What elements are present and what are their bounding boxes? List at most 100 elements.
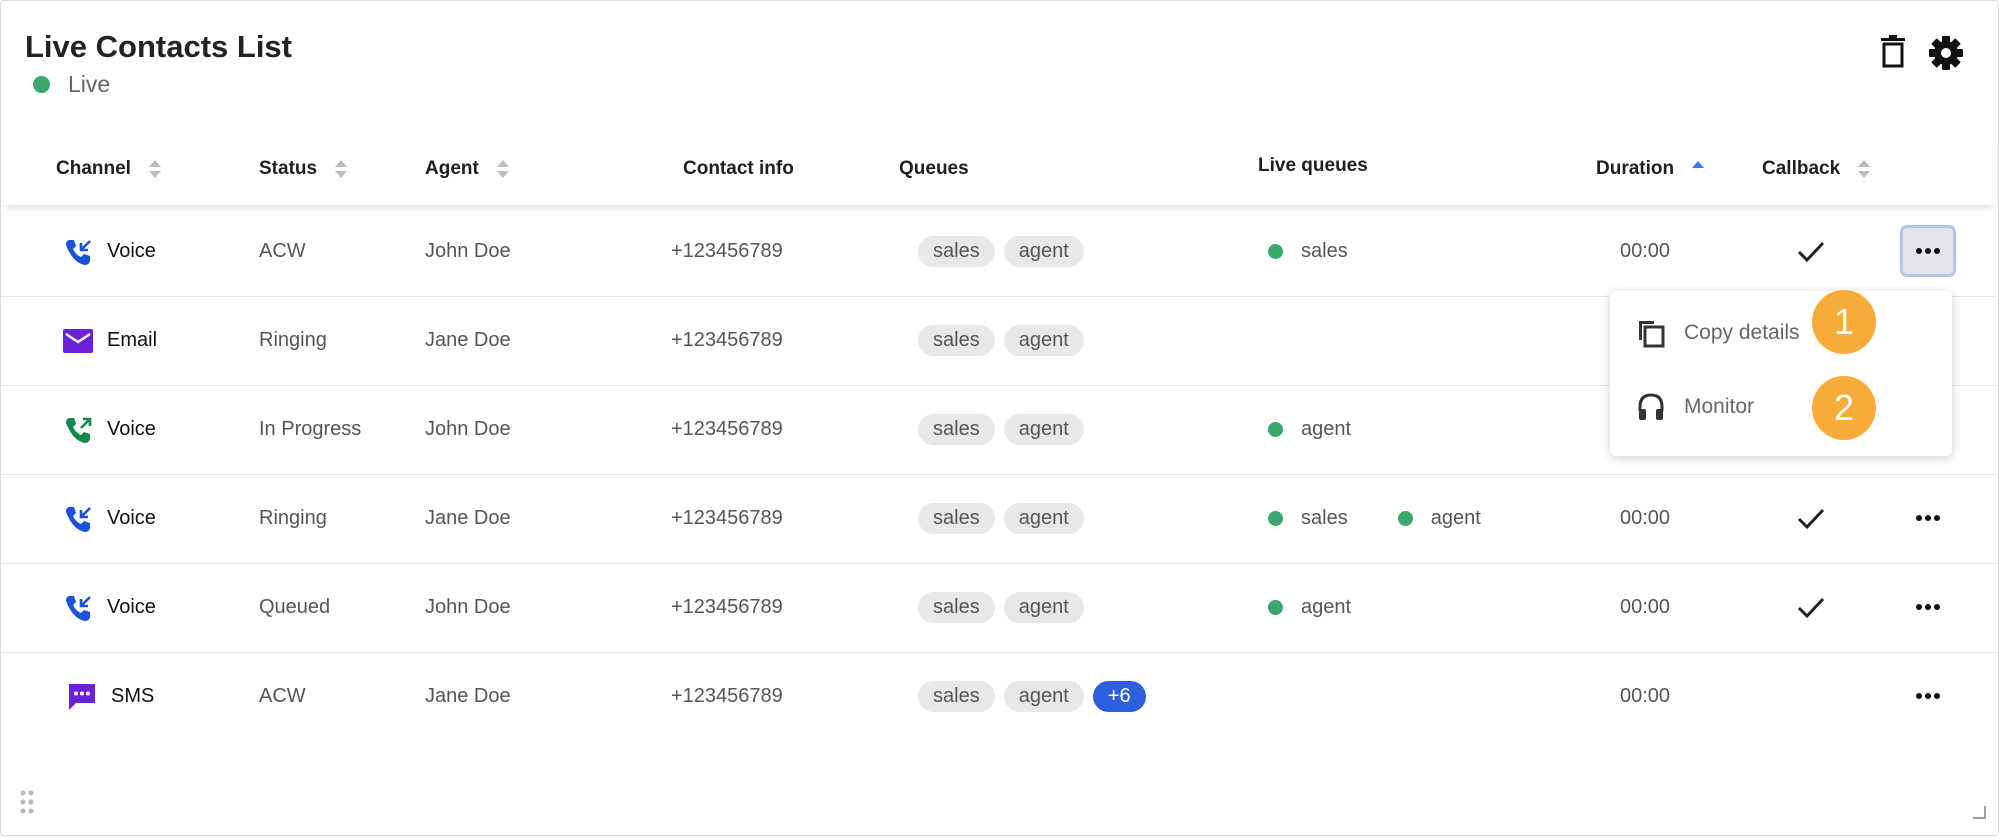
contact-cell: +123456789 [671, 507, 783, 529]
table-row[interactable]: Voice Queued John Doe +123456789 sales a… [1, 563, 1997, 653]
status-cell: Queued [259, 596, 331, 618]
status-cell: Ringing [259, 507, 327, 529]
live-status: Live [33, 71, 110, 98]
step-badge: 1 [1812, 290, 1876, 354]
contact-cell: +123456789 [671, 329, 783, 351]
sort-icon [148, 160, 161, 178]
duration-cell: 00:00 [1620, 596, 1671, 618]
queue-chip: agent [1003, 414, 1084, 445]
contact-cell: +123456789 [671, 685, 783, 707]
inbound-call-icon [66, 595, 91, 621]
queues-cell: sales agent [918, 563, 1093, 652]
contact-cell: +123456789 [671, 596, 783, 618]
queues-cell: sales agent [918, 207, 1093, 296]
column-header-duration[interactable]: Duration [1596, 133, 1705, 205]
queue-chip: agent [1003, 503, 1084, 534]
channel-cell: Voice [63, 207, 156, 296]
sort-ascending-icon [1692, 160, 1705, 168]
channel-cell: SMS [67, 652, 154, 741]
sort-icon [1858, 160, 1871, 178]
callback-cell [1796, 474, 1826, 563]
menu-item-label: Monitor [1684, 395, 1755, 418]
agent-cell: Jane Doe [425, 329, 511, 351]
resize-handle-icon[interactable] [1971, 804, 1987, 825]
more-horizontal-icon [1916, 248, 1940, 254]
column-header-status[interactable]: Status [259, 133, 348, 205]
live-queues-cell: agent [1268, 563, 1401, 652]
channel-label: SMS [111, 685, 155, 707]
queues-cell: sales agent [918, 474, 1093, 563]
queue-chip: sales [918, 236, 995, 267]
channel-label: Voice [107, 596, 156, 618]
more-horizontal-icon [1916, 515, 1940, 521]
column-header-live-queues: Live queues [1258, 155, 1368, 176]
row-actions-button[interactable] [1900, 581, 1956, 633]
live-queue: agent [1397, 507, 1481, 530]
contact-cell: +123456789 [671, 240, 783, 262]
row-actions-button[interactable] [1900, 225, 1956, 277]
live-queue: sales [1268, 240, 1348, 263]
column-header-callback[interactable]: Callback [1762, 133, 1871, 205]
row-actions-button[interactable] [1900, 492, 1956, 544]
table-row[interactable]: SMS ACW Jane Doe +123456789 sales agent … [1, 652, 1997, 741]
column-header-agent[interactable]: Agent [425, 133, 509, 205]
row-actions-button[interactable] [1900, 670, 1956, 722]
outbound-call-icon [66, 417, 92, 443]
queue-chip: agent [1003, 325, 1084, 356]
table-row[interactable]: Voice ACW John Doe +123456789 sales agen… [1, 207, 1997, 297]
menu-item-label: Copy details [1684, 321, 1800, 344]
gear-icon[interactable] [1928, 35, 1964, 76]
channel-cell: Voice [63, 385, 156, 474]
queue-chip: agent [1003, 592, 1084, 623]
table-header: Channel Status Agent Contact info Queues… [1, 133, 1997, 205]
channel-label: Email [107, 329, 158, 351]
contact-cell: +123456789 [671, 418, 783, 440]
step-badge: 2 [1812, 376, 1876, 440]
check-icon [1797, 508, 1825, 529]
inbound-call-icon [66, 239, 91, 265]
queue-chip: sales [918, 414, 995, 445]
table-row[interactable]: Voice Ringing Jane Doe +123456789 sales … [1, 474, 1997, 564]
column-header-queues: Queues [899, 158, 969, 179]
live-queues-cell: agent [1268, 385, 1401, 474]
channel-label: Voice [107, 418, 156, 440]
status-cell: Ringing [259, 329, 327, 351]
duration-cell: 00:00 [1620, 507, 1671, 529]
agent-cell: Jane Doe [425, 685, 511, 707]
status-cell: ACW [259, 240, 306, 262]
agent-cell: John Doe [425, 596, 511, 618]
sort-icon [335, 160, 348, 178]
panel-title: Live Contacts List [25, 29, 292, 64]
queues-cell: sales agent [918, 385, 1093, 474]
copy-icon [1639, 321, 1665, 348]
live-queues-cell: sales agent [1268, 474, 1531, 563]
status-cell: In Progress [259, 418, 362, 440]
drag-handle-icon[interactable] [19, 789, 35, 820]
callback-cell [1796, 207, 1826, 296]
check-icon [1797, 597, 1825, 618]
more-queues-chip[interactable]: +6 [1092, 681, 1146, 712]
agent-cell: John Doe [425, 240, 511, 262]
column-header-channel[interactable]: Channel [56, 133, 161, 205]
live-status-dot [33, 76, 50, 93]
more-horizontal-icon [1916, 693, 1940, 699]
live-status-label: Live [68, 71, 111, 97]
queue-chip: sales [918, 325, 995, 356]
live-queue: sales [1268, 507, 1348, 530]
live-queue: agent [1268, 596, 1351, 619]
queue-chip: sales [918, 503, 995, 534]
menu-item-copy-details[interactable]: Copy details [1636, 313, 1800, 353]
channel-cell: Voice [63, 563, 156, 652]
trash-icon[interactable] [1878, 35, 1908, 74]
callback-cell [1796, 563, 1826, 652]
queue-chip: sales [918, 681, 995, 712]
column-header-contact-info: Contact info [683, 158, 794, 179]
email-icon [63, 328, 93, 353]
sms-icon [69, 683, 95, 710]
live-queue: agent [1268, 418, 1351, 441]
agent-cell: Jane Doe [425, 507, 511, 529]
menu-item-monitor[interactable]: Monitor [1636, 387, 1754, 427]
channel-label: Voice [107, 507, 156, 529]
queue-chip: agent [1003, 681, 1084, 712]
live-contacts-panel: Live Contacts List Live Channel Status A… [0, 0, 1999, 836]
